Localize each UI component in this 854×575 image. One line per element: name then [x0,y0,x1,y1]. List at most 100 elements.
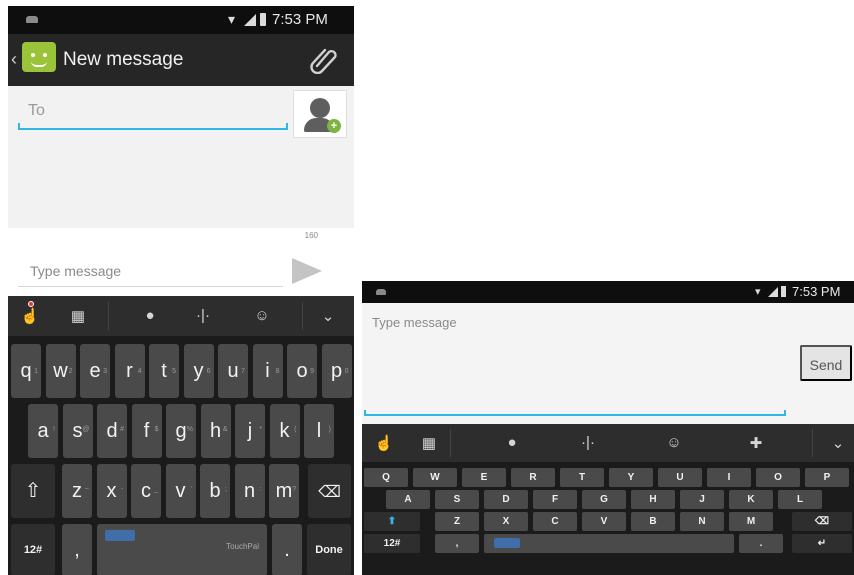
key-t[interactable]: t5 [149,344,179,398]
key-K[interactable]: K [729,490,773,509]
space-key[interactable] [484,534,734,553]
key-p[interactable]: p0 [321,344,352,398]
layout-icon[interactable]: ▦ [417,434,441,452]
emoji-icon[interactable]: ☺ [662,434,686,451]
key-T[interactable]: T [560,468,604,487]
key-i[interactable]: i8 [252,344,283,398]
key-D[interactable]: D [484,490,528,509]
key-L[interactable]: L [778,490,822,509]
key-V[interactable]: V [582,512,626,531]
comma-key[interactable]: , [435,534,479,553]
gesture-icon[interactable]: ☝ [372,434,396,452]
done-key[interactable]: Done [307,524,351,575]
recipient-placeholder: To [28,102,45,119]
microphone-icon[interactable]: ● [138,307,162,324]
key-a[interactable]: a! [28,404,58,458]
backspace-key[interactable]: ⌫ [792,512,852,531]
comma-key[interactable]: , [62,524,92,575]
key-label: x [106,480,117,502]
mode-key[interactable]: 12# [11,524,55,575]
space-key[interactable]: TouchPal [97,524,267,575]
microphone-icon[interactable]: ● [500,434,524,451]
key-label: k [279,420,290,442]
shift-key[interactable]: ⇧ [11,464,55,518]
key-P[interactable]: P [805,468,849,487]
key-h[interactable]: h & [200,404,231,458]
enter-key[interactable]: ↵ [792,534,852,553]
key-C[interactable]: C [533,512,577,531]
emoji-icon[interactable]: ☺ [250,307,274,324]
attach-icon[interactable] [308,46,340,74]
key-k[interactable]: k( [269,404,300,458]
layout-icon[interactable]: ▦ [66,307,90,325]
key-label: W [430,472,440,483]
message-input[interactable]: Type message [372,315,457,330]
key-X[interactable]: X [484,512,528,531]
key-y[interactable]: y6 [183,344,214,398]
key-q[interactable]: q1 [11,344,41,398]
key-sub-hint: ? [292,486,296,493]
key-Y[interactable]: Y [609,468,653,487]
wifi-icon: ▾ [755,286,761,298]
page-title: New message [63,49,184,70]
key-A[interactable]: A [386,490,430,509]
plus-icon[interactable]: ✚ [744,434,768,452]
key-o[interactable]: o9 [287,344,317,398]
key-label: y [193,360,204,382]
key-Q[interactable]: Q [364,468,408,487]
key-O[interactable]: O [756,468,800,487]
mode-key[interactable]: 12# [364,534,420,553]
backspace-key[interactable]: ⌫ [308,464,351,518]
key-F[interactable]: F [533,490,577,509]
key-z[interactable]: z ~ [62,464,92,518]
key-f[interactable]: f $ [131,404,162,458]
key-r[interactable]: r4 [114,344,145,398]
key-label: Y [627,472,635,483]
key-M[interactable]: M [729,512,773,531]
cursor-icon[interactable]: ·|· [576,434,600,451]
key-hint: 3 [103,368,107,375]
period-key[interactable]: . [272,524,302,575]
key-j[interactable]: j * [235,404,265,458]
key-E[interactable]: E [462,468,506,487]
key-s[interactable]: s @ [62,404,93,458]
chevron-down-icon[interactable]: ⌄ [316,307,340,325]
cursor-icon[interactable]: ·|· [191,307,215,324]
key-G[interactable]: G [582,490,626,509]
period-key[interactable]: . [739,534,783,553]
shift-key[interactable]: ⬆ [364,512,420,531]
send-icon[interactable] [292,258,322,284]
key-I[interactable]: I [707,468,751,487]
key-e[interactable]: e3 [80,344,110,398]
key-U[interactable]: U [658,468,702,487]
key-v[interactable]: v ' [165,464,196,518]
key-label: r [126,360,133,382]
key-m[interactable]: m? [269,464,299,518]
add-contact-button[interactable]: + [293,90,347,138]
key-H[interactable]: H [631,490,675,509]
key-N[interactable]: N [680,512,724,531]
key-c[interactable]: c _ [131,464,161,518]
key-b[interactable]: b; [200,464,230,518]
key-x[interactable]: x- [96,464,127,518]
key-J[interactable]: J [680,490,724,509]
key-B[interactable]: B [631,512,675,531]
key-n[interactable]: n: [234,464,265,518]
key-g[interactable]: g% [166,404,196,458]
chevron-down-icon[interactable]: ⌄ [826,434,850,452]
send-button[interactable]: Send [800,345,852,381]
key-S[interactable]: S [435,490,479,509]
key-Z[interactable]: Z [435,512,479,531]
key-d[interactable]: d # [97,404,127,458]
gesture-icon[interactable]: ☝ [18,307,42,325]
key-l[interactable]: l) [304,404,334,458]
recipient-field[interactable]: To [18,94,288,130]
message-input[interactable]: Type message [30,263,121,279]
key-w[interactable]: w2 [45,344,76,398]
messaging-app-icon[interactable] [22,42,56,72]
plus-icon: + [327,119,341,133]
key-W[interactable]: W [413,468,457,487]
key-R[interactable]: R [511,468,555,487]
key-u[interactable]: u7 [218,344,248,398]
back-icon[interactable]: ‹ [11,49,17,70]
